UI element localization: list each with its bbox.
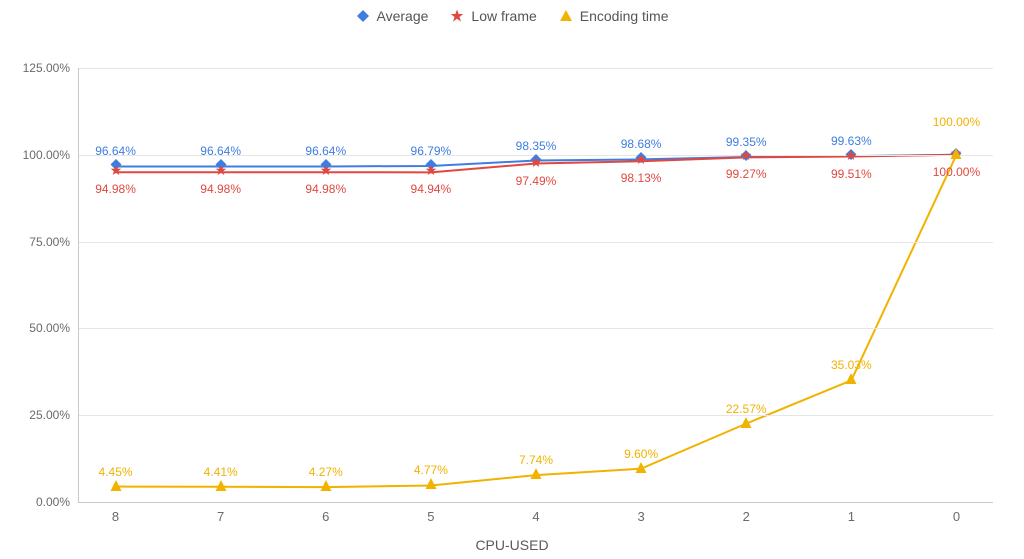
star-icon: [450, 9, 464, 23]
legend-item-average[interactable]: Average: [356, 8, 429, 24]
legend-label: Low frame: [471, 8, 536, 24]
star-icon: [531, 155, 542, 173]
chart: Average Low frame Encoding time 0.00%25.…: [0, 0, 1024, 559]
y-tick-label: 25.00%: [29, 408, 79, 422]
star-icon: [110, 163, 121, 181]
legend-label: Encoding time: [580, 8, 669, 24]
triangle-icon: [110, 478, 121, 496]
y-tick-label: 100.00%: [23, 148, 79, 162]
triangle-icon: [846, 371, 857, 389]
triangle-icon: [531, 466, 542, 484]
triangle-icon: [951, 146, 962, 164]
x-axis-label: CPU-USED: [475, 537, 548, 553]
star-icon: [636, 152, 647, 170]
y-tick-label: 50.00%: [29, 321, 79, 335]
diamond-icon: [356, 9, 370, 23]
legend-item-encoding-time[interactable]: Encoding time: [559, 8, 669, 24]
x-tick-label: 1: [848, 502, 855, 524]
plot-area: 0.00%25.00%50.00%75.00%100.00%125.00%876…: [78, 68, 993, 503]
legend: Average Low frame Encoding time: [0, 8, 1024, 24]
star-icon: [741, 148, 752, 166]
y-tick-label: 75.00%: [29, 235, 79, 249]
x-tick-label: 4: [532, 502, 539, 524]
x-tick-label: 0: [953, 502, 960, 524]
x-tick-label: 8: [112, 502, 119, 524]
star-icon: [320, 163, 331, 181]
series-lines: [79, 68, 993, 502]
gridline: [79, 415, 993, 416]
x-tick-label: 5: [427, 502, 434, 524]
gridline: [79, 68, 993, 69]
legend-item-low-frame[interactable]: Low frame: [450, 8, 536, 24]
star-icon: [425, 163, 436, 181]
gridline: [79, 242, 993, 243]
legend-label: Average: [377, 8, 429, 24]
x-tick-label: 7: [217, 502, 224, 524]
star-icon: [846, 148, 857, 166]
x-tick-label: 3: [637, 502, 644, 524]
triangle-icon: [559, 9, 573, 23]
triangle-icon: [741, 415, 752, 433]
x-tick-label: 6: [322, 502, 329, 524]
triangle-icon: [215, 478, 226, 496]
series-line: [116, 155, 957, 487]
triangle-icon: [636, 460, 647, 478]
triangle-icon: [320, 478, 331, 496]
triangle-icon: [425, 476, 436, 494]
x-tick-label: 2: [743, 502, 750, 524]
y-tick-label: 0.00%: [36, 495, 79, 509]
y-tick-label: 125.00%: [23, 61, 79, 75]
star-icon: [215, 163, 226, 181]
gridline: [79, 328, 993, 329]
